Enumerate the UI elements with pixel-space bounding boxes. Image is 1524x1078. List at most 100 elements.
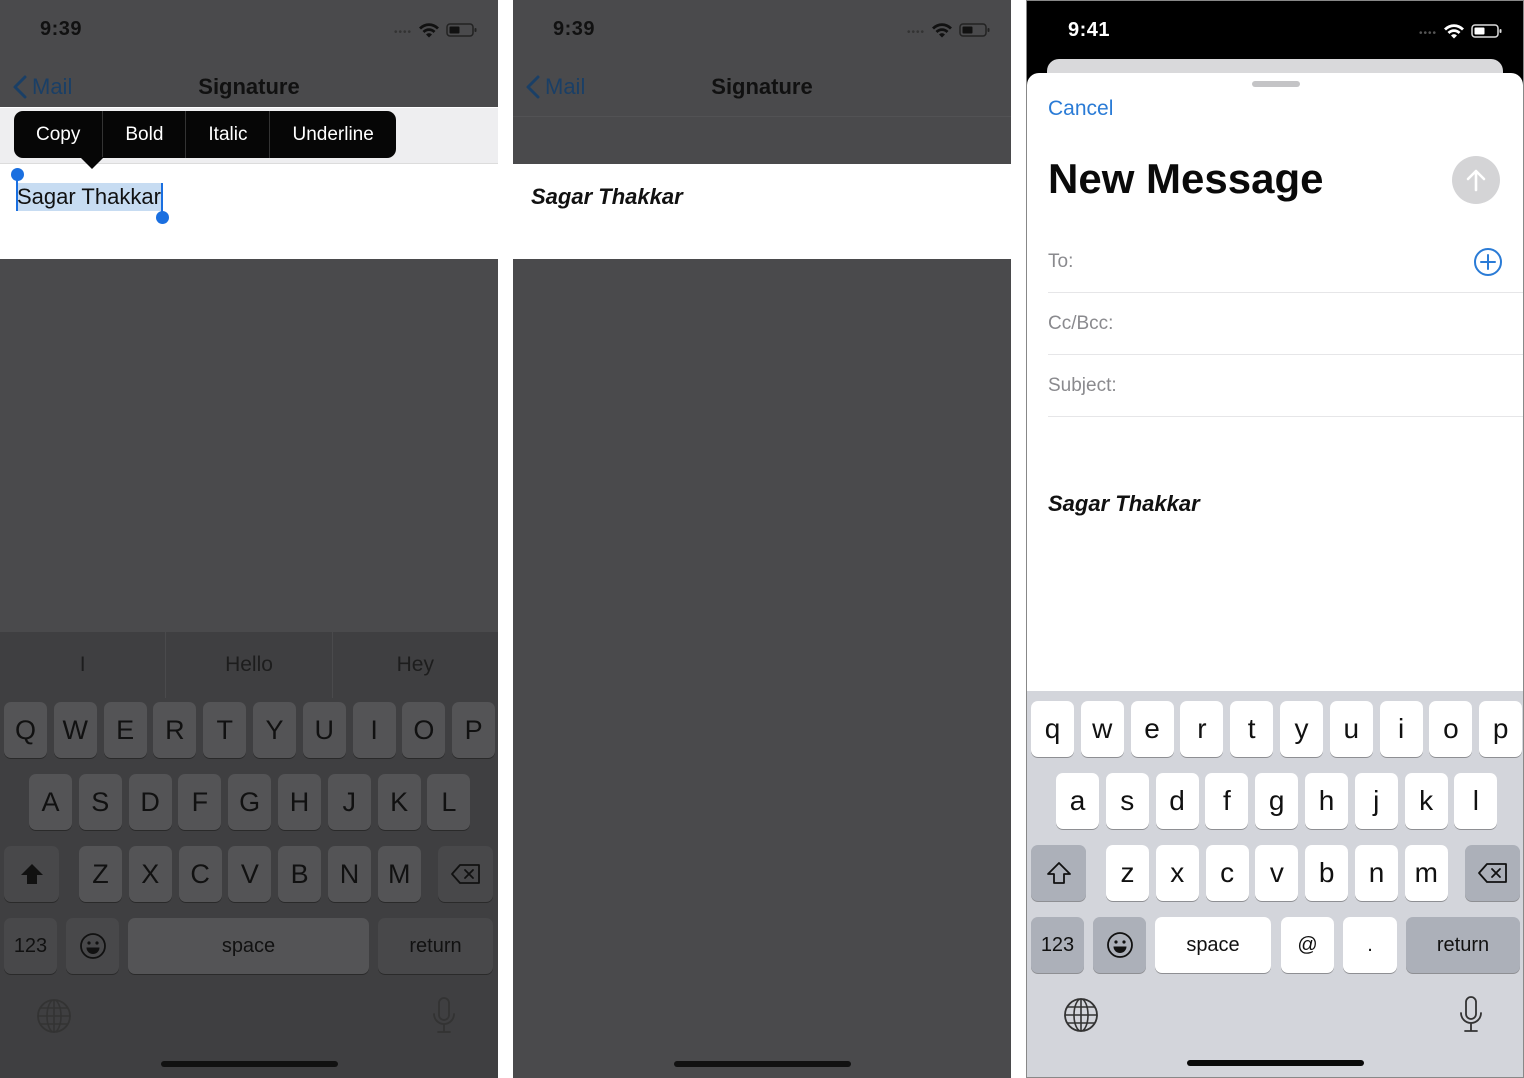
- key-r[interactable]: R: [153, 702, 197, 758]
- key-z[interactable]: z: [1106, 845, 1149, 901]
- space-key[interactable]: space: [1155, 917, 1271, 973]
- key-l[interactable]: l: [1454, 773, 1498, 829]
- key-s[interactable]: s: [1105, 773, 1149, 829]
- prediction-2[interactable]: Hello: [166, 632, 333, 698]
- key-n[interactable]: n: [1355, 845, 1398, 901]
- key-c[interactable]: C: [178, 846, 222, 902]
- prediction-1[interactable]: I: [0, 632, 167, 698]
- key-f[interactable]: F: [178, 774, 222, 830]
- return-key[interactable]: return: [378, 918, 493, 974]
- prediction-3[interactable]: Hey: [333, 632, 498, 698]
- microphone-icon[interactable]: [1451, 993, 1491, 1037]
- status-icons: ••••: [394, 21, 478, 38]
- key-q[interactable]: q: [1031, 701, 1074, 757]
- key-x[interactable]: x: [1155, 845, 1199, 901]
- signature-text-italic-bold[interactable]: Sagar Thakkar: [531, 184, 683, 210]
- signal-icon: ••••: [1418, 28, 1437, 39]
- key-e[interactable]: E: [103, 702, 147, 758]
- delete-key[interactable]: [438, 846, 493, 902]
- space-key[interactable]: space: [128, 918, 369, 974]
- selection-end-handle[interactable]: [155, 211, 169, 224]
- menu-item-italic[interactable]: Italic: [186, 111, 271, 158]
- subject-input[interactable]: [1148, 369, 1463, 403]
- key-v[interactable]: V: [228, 846, 272, 902]
- key-i[interactable]: I: [352, 702, 396, 758]
- shift-key[interactable]: [4, 846, 59, 902]
- globe-icon[interactable]: [1061, 995, 1101, 1035]
- microphone-icon[interactable]: [424, 994, 464, 1038]
- key-w[interactable]: w: [1080, 701, 1124, 757]
- key-i[interactable]: i: [1379, 701, 1423, 757]
- to-input[interactable]: [1138, 245, 1463, 279]
- key-p[interactable]: p: [1479, 701, 1523, 757]
- key-m[interactable]: M: [377, 846, 421, 902]
- numbers-key[interactable]: 123: [4, 918, 57, 974]
- key-b[interactable]: b: [1305, 845, 1349, 901]
- key-d[interactable]: d: [1155, 773, 1199, 829]
- menu-item-underline[interactable]: Underline: [270, 111, 395, 158]
- menu-item-copy[interactable]: Copy: [14, 111, 104, 158]
- key-k[interactable]: k: [1404, 773, 1448, 829]
- key-n[interactable]: N: [328, 846, 371, 902]
- return-key[interactable]: return: [1406, 917, 1520, 973]
- delete-key[interactable]: [1465, 845, 1520, 901]
- key-p[interactable]: P: [452, 702, 496, 758]
- cc-bcc-input[interactable]: [1138, 307, 1463, 341]
- send-button[interactable]: [1452, 156, 1500, 204]
- key-t[interactable]: t: [1230, 701, 1274, 757]
- key-r[interactable]: r: [1180, 701, 1224, 757]
- signature-editor[interactable]: [513, 164, 1011, 259]
- key-y[interactable]: Y: [253, 702, 296, 758]
- key-j[interactable]: J: [327, 774, 371, 830]
- shift-key[interactable]: [1031, 845, 1086, 901]
- key-m[interactable]: m: [1404, 845, 1448, 901]
- sheet-grabber[interactable]: [1252, 81, 1300, 87]
- key-x[interactable]: X: [128, 846, 172, 902]
- key-b[interactable]: B: [278, 846, 322, 902]
- emoji-icon: [79, 933, 106, 959]
- shift-icon: [20, 864, 43, 884]
- key-h[interactable]: H: [278, 774, 321, 830]
- key-f[interactable]: f: [1205, 773, 1249, 829]
- key-e[interactable]: e: [1130, 701, 1174, 757]
- arrow-up-icon: [1466, 169, 1486, 192]
- cancel-button[interactable]: Cancel: [1048, 97, 1113, 121]
- key-a[interactable]: A: [29, 774, 72, 830]
- key-c[interactable]: c: [1205, 845, 1249, 901]
- signature-editor[interactable]: [0, 164, 498, 259]
- key-u[interactable]: u: [1329, 701, 1373, 757]
- key-o[interactable]: O: [402, 702, 446, 758]
- plus-circle-icon: [1474, 248, 1502, 276]
- status-time: 9:41: [1068, 19, 1111, 41]
- key-y[interactable]: y: [1280, 701, 1323, 757]
- key-v[interactable]: v: [1255, 845, 1299, 901]
- key-s[interactable]: S: [78, 774, 122, 830]
- selected-signature-text[interactable]: Sagar Thakkar: [17, 183, 161, 211]
- key-a[interactable]: a: [1056, 773, 1099, 829]
- key-d[interactable]: D: [128, 774, 172, 830]
- key-l[interactable]: L: [427, 774, 471, 830]
- key-t[interactable]: T: [203, 702, 247, 758]
- at-key[interactable]: @: [1281, 917, 1334, 973]
- delete-backspace-icon: [1477, 863, 1507, 883]
- period-key[interactable]: .: [1343, 917, 1397, 973]
- key-k[interactable]: K: [377, 774, 421, 830]
- key-u[interactable]: U: [302, 702, 346, 758]
- key-z[interactable]: Z: [79, 846, 122, 902]
- emoji-key[interactable]: [1093, 917, 1146, 973]
- add-contact-button[interactable]: [1473, 247, 1503, 277]
- numbers-key[interactable]: 123: [1031, 917, 1084, 973]
- key-g[interactable]: g: [1255, 773, 1299, 829]
- key-w[interactable]: W: [53, 702, 97, 758]
- key-j[interactable]: j: [1354, 773, 1398, 829]
- key-g[interactable]: G: [228, 774, 272, 830]
- key-o[interactable]: o: [1429, 701, 1473, 757]
- subject-field: Subject:: [1048, 355, 1523, 417]
- status-time: 9:39: [553, 18, 596, 40]
- key-q[interactable]: Q: [4, 702, 47, 758]
- message-body-signature[interactable]: Sagar Thakkar: [1048, 491, 1200, 517]
- emoji-key[interactable]: [66, 918, 119, 974]
- key-h[interactable]: h: [1305, 773, 1348, 829]
- globe-icon[interactable]: [34, 996, 74, 1036]
- menu-item-bold[interactable]: Bold: [103, 111, 187, 158]
